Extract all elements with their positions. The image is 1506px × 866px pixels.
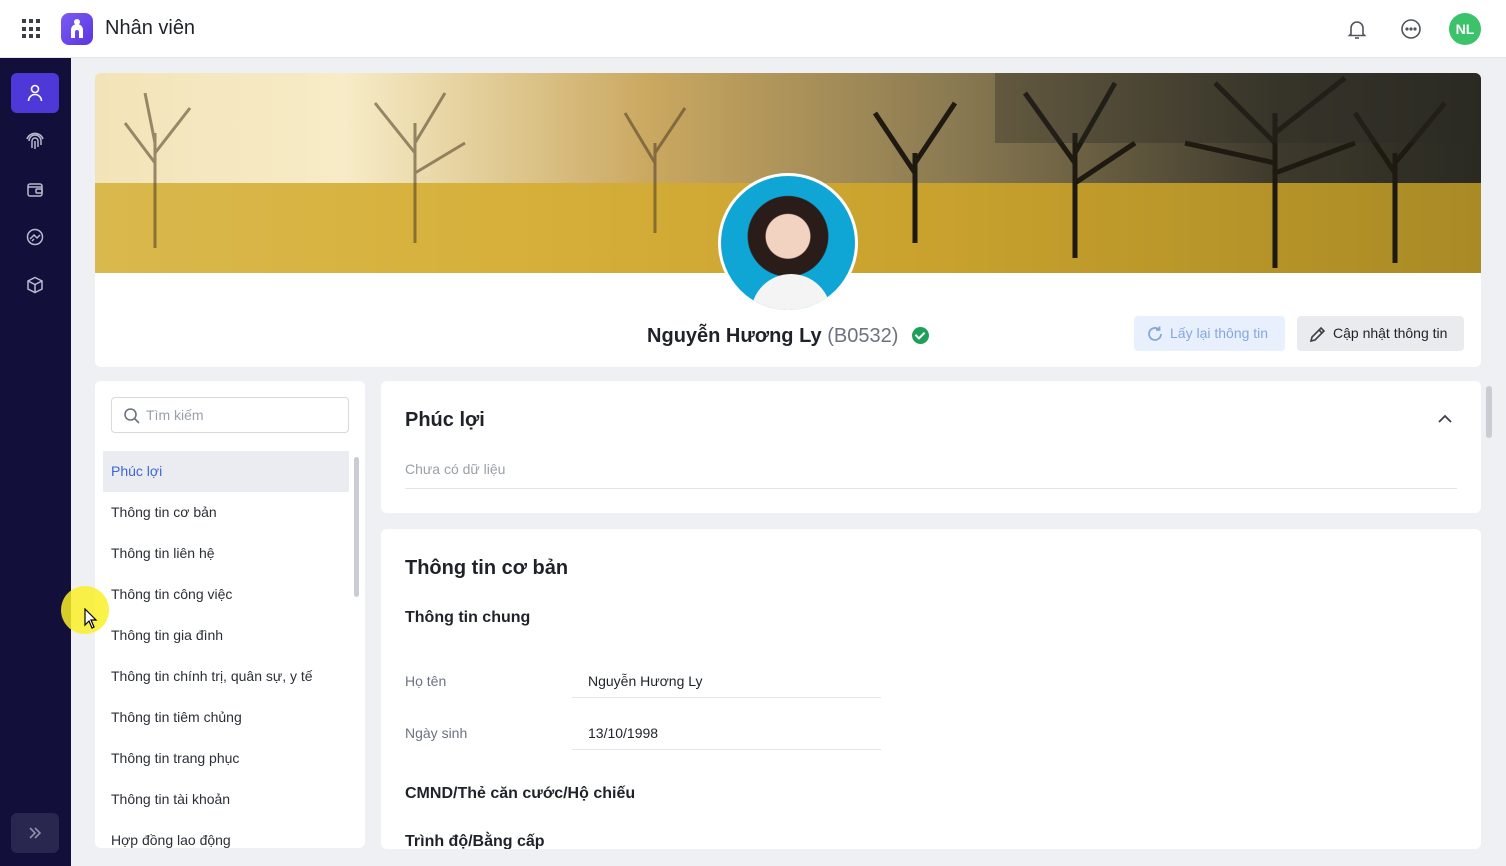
profile-name: Nguyễn Hương Ly [647, 325, 822, 347]
user-avatar[interactable]: NL [1449, 13, 1481, 45]
mouse-cursor-icon [84, 608, 98, 629]
more-icon[interactable] [1399, 17, 1423, 41]
empty-state-text: Chưa có dữ liệu [405, 461, 506, 477]
bell-icon[interactable] [1345, 17, 1369, 41]
basic-info-card: Thông tin cơ bản Thông tin chung Họ tên … [381, 529, 1481, 849]
nav-item-vaccination[interactable]: Thông tin tiêm chủng [103, 697, 349, 738]
rail-item-contract[interactable] [11, 217, 59, 257]
search-input[interactable] [146, 405, 341, 425]
search-box[interactable] [111, 397, 349, 433]
degree-title: Trình độ/Bằng cấp [405, 833, 545, 849]
nav-scrollbar[interactable] [354, 457, 359, 597]
basic-info-title: Thông tin cơ bản [405, 557, 569, 579]
search-icon [124, 408, 140, 424]
fingerprint-icon [26, 132, 44, 149]
wallet-icon [27, 183, 43, 197]
apps-grid-icon[interactable] [22, 19, 42, 39]
nav-item-job-info[interactable]: Thông tin công việc [103, 574, 349, 615]
nav-item-family-info[interactable]: Thông tin gia đình [103, 615, 349, 656]
app-logo-icon[interactable] [61, 13, 93, 45]
nav-item-benefits[interactable]: Phúc lợi [103, 451, 349, 492]
verified-icon [911, 327, 929, 344]
page-scrollbar[interactable] [1486, 386, 1492, 438]
nav-item-uniform[interactable]: Thông tin trang phục [103, 738, 349, 779]
profile-card: Nguyễn Hương Ly (B0532) Lấy lại thông ti… [95, 73, 1481, 367]
rail-item-assets[interactable] [11, 265, 59, 305]
chevron-up-icon [1438, 414, 1452, 423]
section-list: Phúc lợi Thông tin cơ bản Thông tin liên… [103, 451, 349, 848]
nav-item-labor-contract[interactable]: Hợp đồng lao động [103, 820, 349, 848]
nav-item-politics-military-health[interactable]: Thông tin chính trị, quân sự, y tế [103, 656, 349, 697]
rail-item-attendance[interactable] [11, 121, 59, 161]
full-name-label: Họ tên [405, 673, 447, 689]
employee-code: (B0532) [827, 325, 899, 347]
rail-item-employee[interactable] [11, 73, 59, 113]
chevron-double-right-icon [29, 827, 42, 839]
benefits-card: Phúc lợi Chưa có dữ liệu [381, 381, 1481, 513]
rail-expand-button[interactable] [11, 813, 59, 853]
rail-item-payroll[interactable] [11, 169, 59, 209]
nav-item-contact-info[interactable]: Thông tin liên hệ [103, 533, 349, 574]
left-rail [0, 58, 71, 866]
nav-item-account[interactable]: Thông tin tài khoản [103, 779, 349, 820]
refresh-icon [1148, 326, 1162, 341]
pencil-icon [1309, 326, 1326, 343]
person-icon [27, 84, 43, 102]
benefits-title: Phúc lợi [405, 409, 485, 431]
birth-date-label: Ngày sinh [405, 725, 468, 741]
nav-item-basic-info[interactable]: Thông tin cơ bản [103, 492, 349, 533]
app-title: Nhân viên [105, 17, 196, 39]
birth-date-value: 13/10/1998 [572, 717, 881, 750]
update-info-button[interactable]: Cập nhật thông tin [1297, 316, 1464, 351]
collapse-button[interactable] [1435, 412, 1455, 426]
id-card-title: CMND/Thẻ căn cước/Hộ chiếu [405, 785, 636, 802]
full-name-value: Nguyễn Hương Ly [572, 665, 881, 698]
section-nav: Phúc lợi Thông tin cơ bản Thông tin liên… [95, 381, 365, 848]
handshake-icon [26, 228, 44, 246]
box-icon [27, 276, 43, 294]
profile-photo[interactable] [718, 173, 858, 313]
refresh-info-button[interactable]: Lấy lại thông tin [1134, 316, 1285, 351]
divider [405, 488, 1457, 489]
general-info-title: Thông tin chung [405, 609, 531, 626]
top-bar: Nhân viên NL [0, 0, 1506, 58]
